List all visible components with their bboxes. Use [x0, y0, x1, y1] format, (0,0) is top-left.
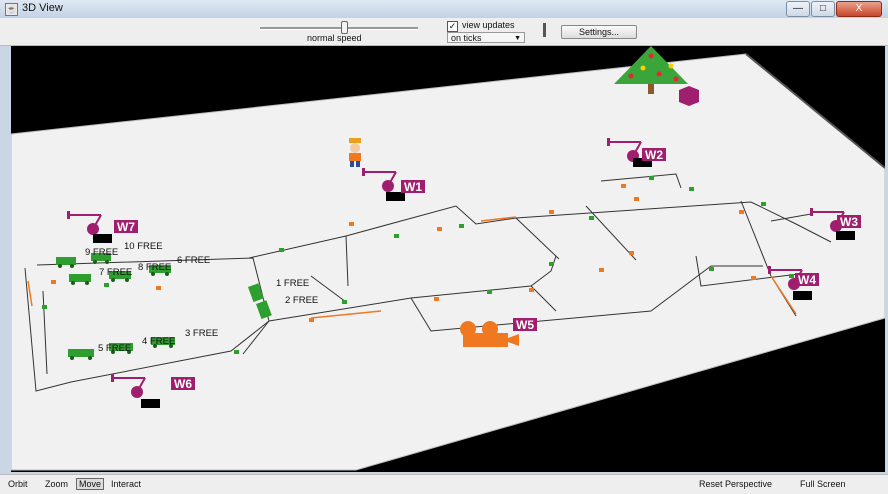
- track-sensor: [751, 276, 756, 280]
- slot-label-4: 4 FREE: [142, 336, 175, 347]
- cart: [68, 349, 94, 357]
- move-mode[interactable]: Move: [76, 478, 105, 490]
- slot-label-7: 7 FREE: [99, 267, 132, 278]
- track-sensor: [689, 187, 694, 191]
- maximize-button[interactable]: □: [811, 1, 835, 17]
- track-sensor: [394, 234, 399, 238]
- toolbar-separator: [543, 23, 546, 37]
- track-sensor: [529, 288, 534, 292]
- minimize-button[interactable]: —: [786, 1, 810, 17]
- track-sensor: [279, 248, 284, 252]
- track-sensor: [234, 350, 239, 354]
- track-sensor: [739, 210, 744, 214]
- track-sensor: [709, 267, 714, 271]
- cart-wheel: [93, 260, 97, 264]
- cart-wheel: [111, 278, 115, 282]
- interact-mode[interactable]: Interact: [111, 479, 141, 489]
- track-sensor: [789, 274, 794, 278]
- update-mode-select[interactable]: on ticks ▼: [447, 32, 525, 43]
- cart-wheel: [88, 356, 92, 360]
- reset-perspective-button[interactable]: Reset Perspective: [699, 479, 772, 489]
- track-sensor: [761, 202, 766, 206]
- track-sensor: [309, 318, 314, 322]
- workstation-label-w7: W7: [117, 220, 135, 234]
- track-sensor: [629, 251, 634, 255]
- cart-wheel: [71, 281, 75, 285]
- track-sensor: [42, 305, 47, 309]
- view-updates-checkbox[interactable]: ✓: [447, 21, 458, 32]
- slot-label-8: 8 FREE: [138, 262, 171, 273]
- cart: [69, 274, 91, 282]
- track-sensor: [459, 224, 464, 228]
- speed-label: normal speed: [307, 33, 362, 43]
- chevron-down-icon: ▼: [514, 35, 521, 42]
- track-sensor: [599, 268, 604, 272]
- slot-label-10: 10 FREE: [124, 241, 163, 252]
- slot-label-9: 9 FREE: [85, 247, 118, 258]
- track-sensor: [51, 280, 56, 284]
- toolbar: normal speed ✓ view updates on ticks ▼ S…: [0, 18, 888, 46]
- scene-canvas[interactable]: 1 FREE 2 FREE 3 FREE 4 FREE 5 FREE 6 FREE 7 FR…: [11, 46, 885, 472]
- slot-label-2: 2 FREE: [285, 295, 318, 306]
- track-sensor: [621, 184, 626, 188]
- slot-label-5: 5 FREE: [98, 343, 131, 354]
- settings-button[interactable]: Settings...: [561, 25, 637, 39]
- 3d-viewport[interactable]: 1 FREE 2 FREE 3 FREE 4 FREE 5 FREE 6 FREE 7 FR…: [11, 46, 885, 472]
- track-sensor: [649, 176, 654, 180]
- track-sensor: [342, 300, 347, 304]
- slot-label-3: 3 FREE: [185, 328, 218, 339]
- track-sensor: [549, 210, 554, 214]
- view-updates-label[interactable]: view updates: [462, 20, 515, 30]
- workstation-label-w2: W2: [645, 148, 663, 162]
- track-sensor: [156, 286, 161, 290]
- cart-wheel: [58, 264, 62, 268]
- track-sensor: [104, 283, 109, 287]
- cart-wheel: [105, 260, 109, 264]
- track-sensor: [434, 297, 439, 301]
- cart: [56, 257, 76, 265]
- workstation-label-w5: W5: [516, 318, 534, 332]
- cart-wheel: [70, 264, 74, 268]
- slot-label-1: 1 FREE: [276, 278, 309, 289]
- track-sensor: [549, 262, 554, 266]
- update-mode-value: on ticks: [451, 33, 482, 43]
- workstation-label-w4: W4: [798, 273, 816, 287]
- workstation-label-w6: W6: [174, 377, 192, 391]
- full-screen-button[interactable]: Full Screen: [800, 479, 846, 489]
- speed-slider-track[interactable]: [260, 27, 418, 30]
- track-sensor: [589, 216, 594, 220]
- track-sensor: [487, 290, 492, 294]
- workstation-label-w3: W3: [840, 215, 858, 229]
- workstation-label-w1: W1: [404, 180, 422, 194]
- close-button[interactable]: X: [836, 1, 882, 17]
- slot-label-6: 6 FREE: [177, 255, 210, 266]
- status-bar: Orbit Zoom Move Interact Reset Perspecti…: [0, 474, 888, 494]
- zoom-mode[interactable]: Zoom: [45, 479, 68, 489]
- title-bar: ☕ 3D View — □ X: [0, 0, 888, 19]
- track-sensor: [349, 222, 354, 226]
- track-sensor: [437, 227, 442, 231]
- hexagon-marker: [679, 86, 699, 106]
- track-sensor: [634, 197, 639, 201]
- app-icon: ☕: [5, 3, 18, 16]
- cart-wheel: [70, 356, 74, 360]
- window-title: 3D View: [22, 2, 63, 14]
- cart-wheel: [85, 281, 89, 285]
- orbit-mode[interactable]: Orbit: [8, 479, 28, 489]
- cart-wheel: [125, 278, 129, 282]
